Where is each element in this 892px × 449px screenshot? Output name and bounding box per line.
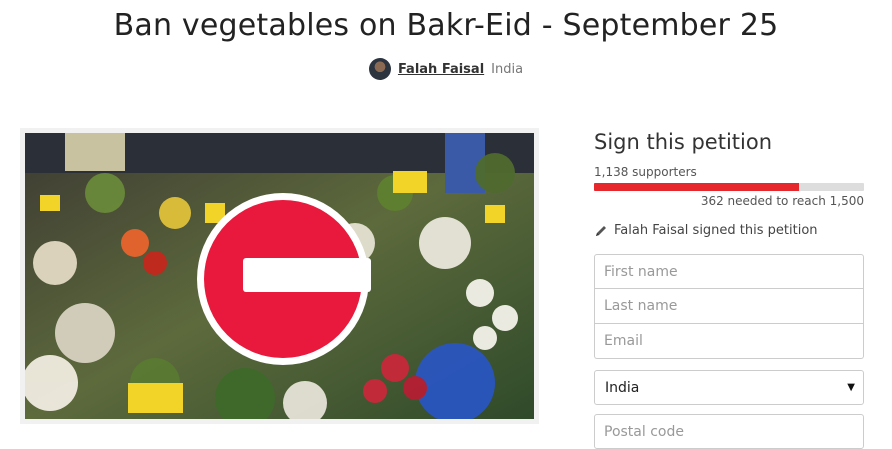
email-field[interactable] [594, 324, 864, 359]
last-name-field[interactable] [594, 289, 864, 324]
progress-bar [594, 183, 864, 191]
petition-image-frame [20, 128, 539, 424]
recent-signer: Falah Faisal signed this petition [594, 223, 818, 238]
first-name-field[interactable] [594, 254, 864, 289]
author-line: Falah Faisal India [0, 58, 892, 80]
country-value: India [605, 379, 640, 396]
progress-fill [594, 183, 799, 191]
chevron-down-icon: ▼ [847, 382, 855, 393]
country-select[interactable]: India ▼ [594, 370, 864, 405]
author-name-link[interactable]: Falah Faisal [398, 62, 484, 77]
sign-heading: Sign this petition [594, 130, 773, 154]
no-entry-bar [243, 258, 371, 292]
vegetables-photo [25, 133, 534, 419]
avatar[interactable] [368, 58, 391, 80]
pen-icon [596, 225, 606, 236]
needed-text: 362 needed to reach 1,500 [700, 194, 864, 208]
supporters-count: 1,138 supporters [594, 165, 697, 179]
author-location: India [491, 61, 524, 77]
signed-text: Falah Faisal signed this petition [614, 223, 818, 238]
petition-title: Ban vegetables on Bakr-Eid - September 2… [113, 8, 779, 43]
petition-image [25, 133, 534, 419]
